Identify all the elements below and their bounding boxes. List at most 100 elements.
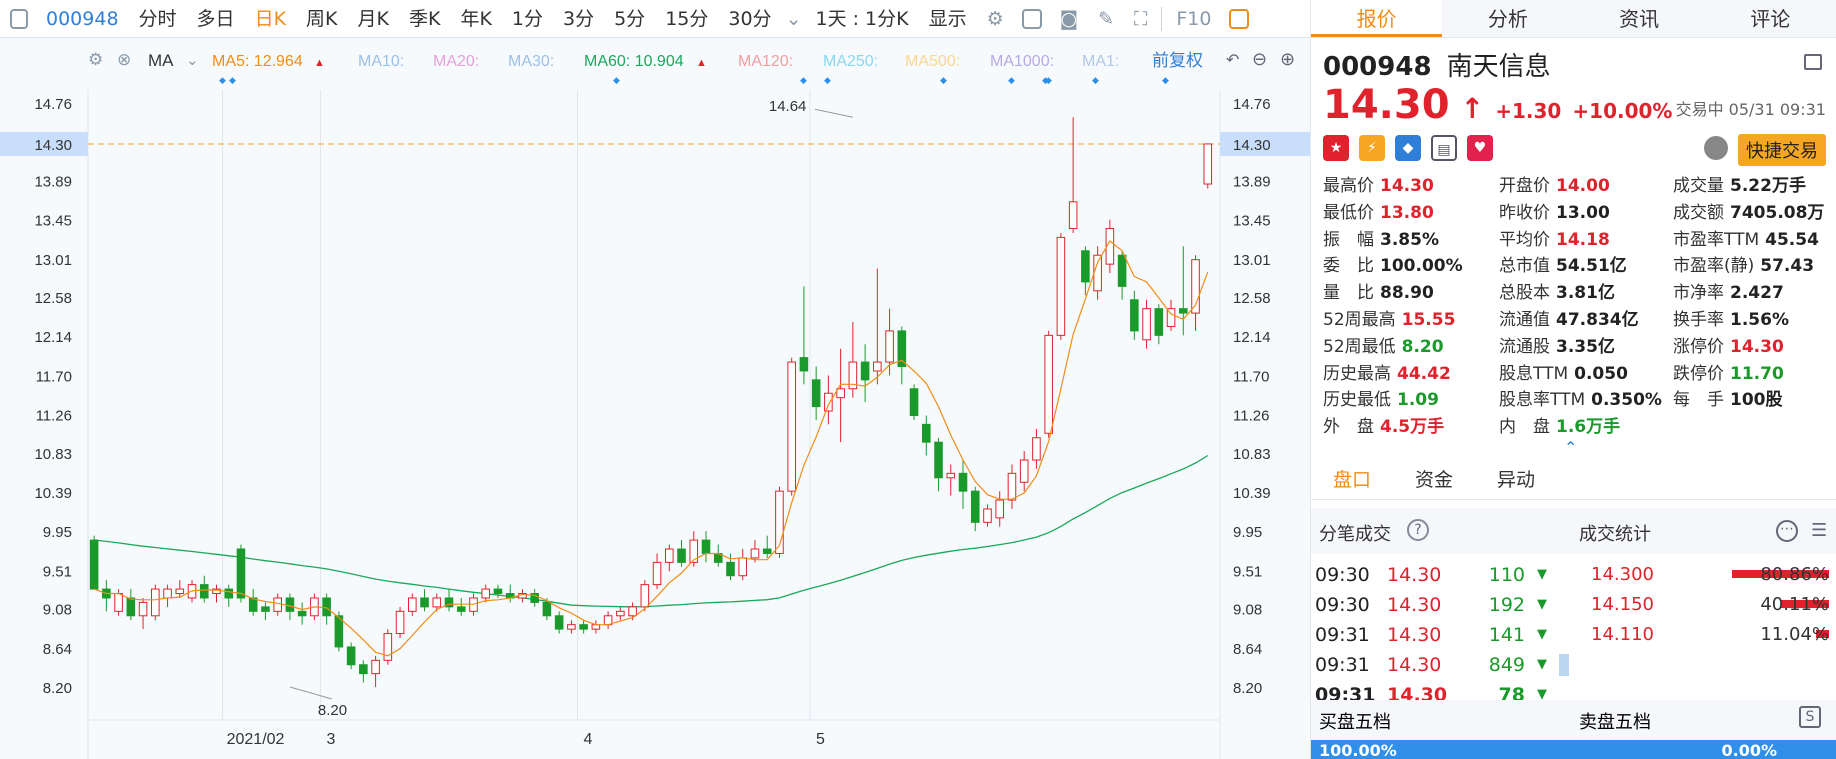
chart-toolbar: 000948 分时 多日 日K 周K 月K 季K 年K 1分 3分 5分 15分 30分 ⌄ 1天 :… — [0, 0, 1310, 38]
more-icon[interactable]: ⋯ — [1776, 520, 1798, 542]
sidebar-toggle-icon[interactable] — [10, 8, 28, 29]
period-tab[interactable]: 多日 — [187, 0, 245, 38]
y-tick-label-left: 8.64 — [43, 641, 72, 658]
heart-icon[interactable]: ♥ — [1467, 135, 1493, 161]
stat-label: 最低价 — [1323, 202, 1374, 223]
camera-icon[interactable]: ◙ — [1050, 0, 1088, 38]
period-tab[interactable]: 季K — [399, 0, 450, 38]
fullscreen-icon[interactable]: ⛶ — [1124, 0, 1157, 38]
period-tab[interactable]: 5分 — [604, 0, 655, 38]
period-tab[interactable]: 分时 — [129, 0, 187, 38]
period-tab[interactable]: 15分 — [655, 0, 718, 38]
tick-volume: 849 — [1488, 654, 1525, 676]
range-selector[interactable]: 1天 : 1分K — [805, 0, 918, 38]
gear-icon[interactable]: ⚙ — [977, 0, 1014, 38]
volume-stat-row: 14.300 80.86% — [1573, 560, 1836, 590]
stat-item: 跌停价 11.70 — [1673, 361, 1836, 388]
quote-tab[interactable]: 资讯 — [1574, 0, 1705, 37]
kline-chart[interactable]: ⚙ ⊗ MA ⌄ MA5: 12.964 ▲ MA10: MA20: MA30: MA60: 10… — [0, 38, 1310, 759]
y-tick-label-right: 8.20 — [1233, 680, 1262, 697]
price-change: +1.30 — [1495, 99, 1562, 123]
bookmark-icon[interactable]: ▤ — [1431, 135, 1457, 161]
period-tab[interactable]: 1分 — [502, 0, 553, 38]
low-annotation: 8.20 — [318, 702, 347, 719]
candle-body — [420, 597, 429, 608]
period-tab[interactable]: 3分 — [553, 0, 604, 38]
candle-body — [860, 361, 870, 381]
sub-tab[interactable]: 资金 — [1393, 460, 1475, 499]
y-tick-label-right: 10.83 — [1233, 446, 1271, 463]
stat-item — [1673, 414, 1836, 441]
stat-value: 13.00 — [1556, 202, 1610, 223]
stat-value: 2.427 — [1730, 283, 1784, 304]
candle-body — [224, 588, 234, 599]
panel-menu-icon[interactable] — [1804, 54, 1822, 70]
period-tab[interactable]: 日K — [245, 0, 296, 38]
help-icon[interactable]: ? — [1407, 519, 1429, 541]
stat-label: 总股本 — [1499, 283, 1550, 304]
stock-app: 000948 分时 多日 日K 周K 月K 季K 年K 1分 3分 5分 15分 30分 ⌄ 1天 :… — [0, 0, 1836, 759]
pen-icon[interactable]: ✎ — [1088, 0, 1124, 38]
x-tick-label: 2021/02 — [227, 731, 285, 748]
candle-body — [1007, 472, 1017, 501]
tick-volume: 110 — [1488, 564, 1525, 586]
stat-item: 流通值 47.834亿 — [1499, 307, 1673, 334]
stat-value: 14.18 — [1556, 229, 1610, 250]
sub-tab[interactable]: 盘口 — [1311, 460, 1393, 499]
sub-tab[interactable]: 异动 — [1475, 460, 1557, 499]
candle-body — [481, 588, 491, 599]
tick-volume: 141 — [1488, 624, 1525, 646]
list-icon[interactable]: ☰ — [1811, 520, 1827, 541]
tick-price: 14.30 — [1387, 624, 1442, 646]
current-price-label-left: 14.30 — [34, 137, 72, 154]
y-tick-label-left: 13.45 — [34, 213, 72, 230]
quote-tab[interactable]: 报价 — [1311, 0, 1443, 37]
period-tab[interactable]: 30分 — [718, 0, 781, 38]
down-triangle-icon: ▼ — [1537, 657, 1547, 672]
y-tick-label-left: 9.95 — [43, 524, 72, 541]
y-tick-label-left: 12.58 — [34, 290, 72, 307]
adjust-mode[interactable]: 前复权 — [1152, 51, 1203, 70]
china-flag-icon[interactable]: ★ — [1323, 135, 1349, 161]
draw-rect-icon[interactable] — [1021, 8, 1042, 29]
candle-body — [787, 361, 796, 492]
stat-value: 1.6万手 — [1556, 417, 1621, 438]
stat-value: 3.81亿 — [1556, 283, 1615, 304]
scroll-indicator[interactable] — [1559, 654, 1569, 676]
ma-legend-item: MA500: — [905, 53, 960, 70]
s-icon[interactable]: S — [1799, 706, 1821, 728]
stat-item: 市盈率(静) 57.43 — [1673, 253, 1836, 280]
period-tab[interactable]: 月K — [348, 0, 399, 38]
period-tab[interactable]: 年K — [450, 0, 501, 38]
stock-code-link[interactable]: 000948 — [36, 0, 129, 38]
tag-icon[interactable]: ◆ — [1395, 135, 1421, 161]
quote-tab[interactable]: 分析 — [1442, 0, 1573, 37]
stat-label: 52周最高 — [1323, 309, 1396, 330]
bell-icon[interactable] — [1704, 136, 1728, 160]
y-tick-label-left: 11.70 — [36, 368, 72, 385]
stat-item: 市净率 2.427 — [1673, 280, 1836, 307]
stat-label: 市盈率(静) — [1673, 256, 1755, 277]
y-tick-label-right: 13.01 — [1233, 252, 1271, 269]
stat-item: 历史最高 44.42 — [1323, 361, 1499, 388]
show-menu[interactable]: 显示 — [919, 0, 977, 38]
tick-row: 09:31 14.30 141 ▼ — [1311, 620, 1551, 650]
candle-body — [346, 646, 356, 666]
event-marker-icon: ◆ — [824, 75, 831, 85]
stat-value: 0.350% — [1591, 390, 1662, 411]
candle-body — [432, 597, 442, 608]
candle-body — [946, 472, 956, 479]
lightning-icon[interactable]: ⚡ — [1359, 135, 1385, 161]
chevron-down-icon[interactable]: ⌄ — [782, 0, 806, 38]
kline-chart-area[interactable]: ⚙ ⊗ MA ⌄ MA5: 12.964 ▲ MA10: MA20: MA30: MA60: 10… — [0, 38, 1310, 759]
fast-trade-button[interactable]: 快捷交易 — [1738, 134, 1826, 166]
panel-toggle-icon[interactable] — [1229, 8, 1250, 29]
f10-button[interactable]: F10 — [1166, 0, 1221, 38]
candle-body — [567, 624, 576, 630]
quote-tab[interactable]: 评论 — [1705, 0, 1836, 37]
current-price: 14.30 — [1323, 82, 1450, 128]
tick-row: 09:30 14.30 192 ▼ — [1311, 590, 1551, 620]
candle-body — [873, 361, 882, 372]
period-tab[interactable]: 周K — [296, 0, 347, 38]
collapse-chevron-icon[interactable]: ⌃ — [1564, 438, 1577, 457]
